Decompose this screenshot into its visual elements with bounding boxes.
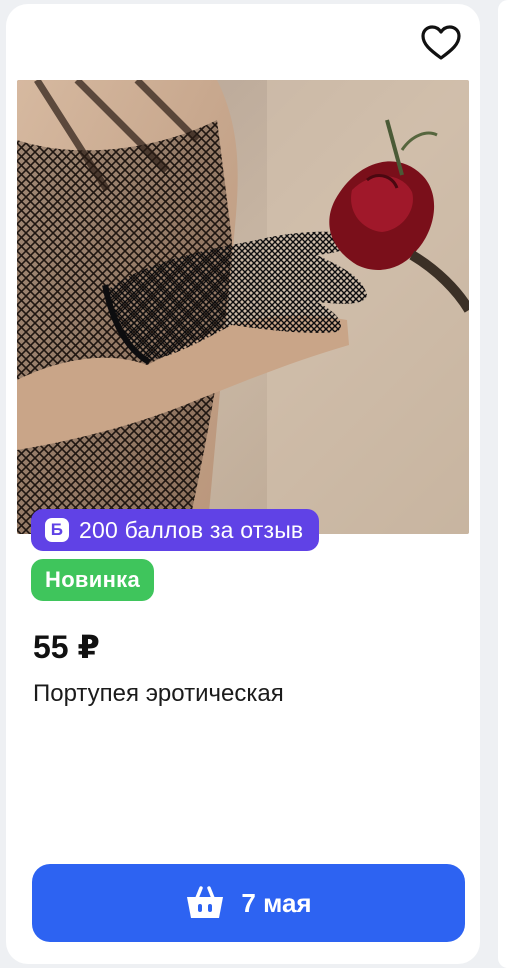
bonus-points-icon: Б [45,518,69,542]
add-to-cart-button[interactable]: 7 мая [32,864,465,942]
product-image[interactable] [17,80,469,534]
favorite-button[interactable] [418,22,464,64]
heart-icon [421,25,461,60]
review-bonus-label: 200 баллов за отзыв [79,516,304,543]
product-title[interactable]: Портупея эротическая [33,680,284,708]
new-product-badge: Новинка [31,559,155,601]
review-bonus-badge: Б 200 баллов за отзыв [31,509,320,551]
product-price: 55 ₽ [33,629,100,665]
next-card-edge [498,0,508,968]
basket-icon [187,886,224,918]
delivery-date-label: 7 мая [241,887,312,918]
